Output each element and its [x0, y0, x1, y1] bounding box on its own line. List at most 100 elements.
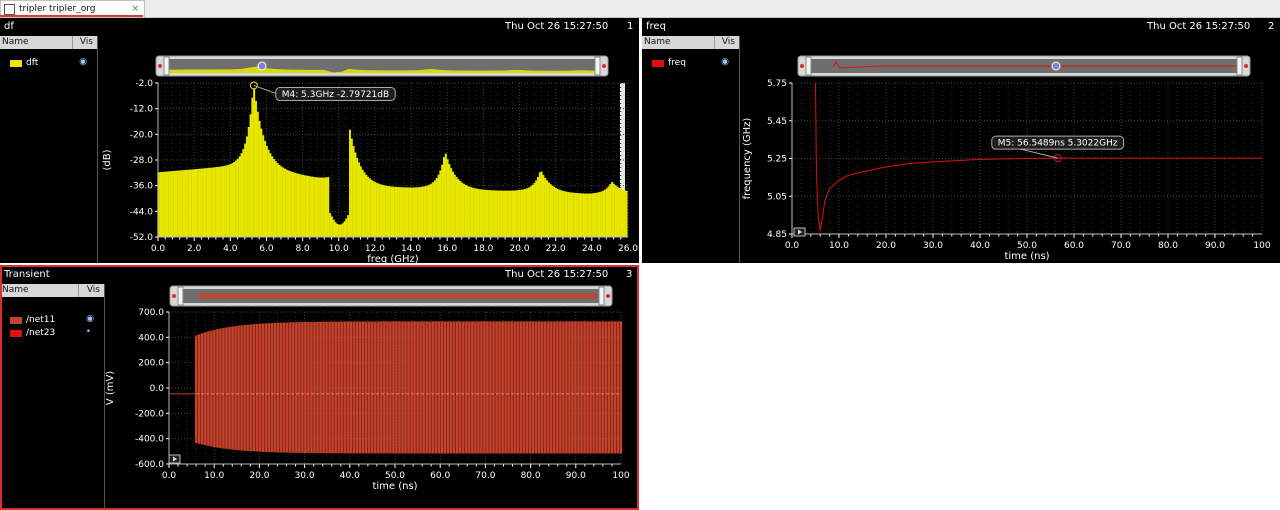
x-axis-label: time (ns)	[1004, 251, 1049, 262]
spectrum-bar	[358, 162, 361, 237]
spectrum-bar	[282, 167, 285, 237]
x-tick-label: 22.0	[546, 244, 566, 254]
spectrum-bar	[511, 190, 514, 237]
panel-title: freq	[646, 21, 666, 32]
spectrum-bar	[477, 188, 480, 237]
spectrum-bar	[213, 167, 216, 237]
panel-date: Thu Oct 26 15:27:50	[1147, 21, 1251, 32]
spectrum-bar	[567, 192, 570, 237]
x-tick-label: 10.0	[204, 471, 224, 481]
spectrum-bar	[376, 182, 379, 237]
spectrum-bar	[517, 190, 520, 237]
marker-m4[interactable]: M4: 5.3GHz -2.79721dB	[249, 81, 396, 101]
spectrum-bar	[217, 166, 220, 237]
eye-icon[interactable]: ◉	[721, 57, 729, 67]
spectrum-bar	[535, 180, 538, 237]
spectrum-bar	[471, 187, 474, 237]
spectrum-bar	[412, 187, 415, 237]
spectrum-bar	[184, 169, 187, 237]
spectrum-bar	[405, 187, 408, 237]
spectrum-bar	[348, 129, 351, 237]
y-tick-label: -44.0	[130, 207, 154, 217]
spectrum-bar	[330, 216, 333, 237]
spectrum-bar	[520, 189, 523, 237]
eye-icon[interactable]: ◉	[79, 57, 87, 67]
legend-name-header: Name	[2, 37, 29, 47]
spectrum-bar	[623, 190, 626, 237]
x-tick-label: 90.0	[566, 471, 586, 481]
overview-scrollbar[interactable]	[797, 55, 1251, 77]
spectrum-bar	[368, 178, 371, 237]
spectrum-bar	[238, 156, 241, 237]
spectrum-bar	[508, 190, 511, 237]
chart-df[interactable]: 0.0 2.0 4.0 6.0 8.0 10.0 12.0 14.0 16.0 18.0 20.0 2…	[98, 36, 639, 263]
spectrum-bar	[480, 189, 483, 237]
spectrum-bar	[329, 213, 332, 237]
spectrum-bar	[350, 138, 353, 237]
empty-area	[641, 265, 1280, 510]
spectrum-bar	[468, 186, 471, 237]
net11-envelope	[196, 321, 621, 454]
eye-icon[interactable]: ◉	[86, 314, 94, 324]
y-tick-label: -400.0	[135, 435, 164, 445]
freq-trace	[815, 82, 1262, 231]
spectrum-bar	[292, 172, 295, 237]
x-tick-label: 70.0	[1111, 241, 1131, 251]
spectrum-bar	[296, 173, 299, 237]
spectrum-bar	[455, 177, 458, 237]
spectrum-bar	[206, 168, 209, 237]
spectrum-bar	[320, 177, 323, 237]
x-tick-label: 90.0	[1205, 241, 1225, 251]
spectrum-bar	[589, 193, 592, 237]
spectrum-bar	[236, 158, 239, 237]
x-tick-label: 0.0	[151, 244, 166, 254]
spectrum-bar	[193, 169, 196, 237]
spectrum-bar	[553, 186, 556, 237]
spectrum-bar	[267, 149, 270, 237]
spectrum-bar	[621, 189, 624, 237]
legend-name-header: Name	[2, 285, 29, 295]
overview-scrollbar[interactable]	[155, 55, 609, 77]
spectrum-bar	[202, 168, 205, 237]
spectrum-bar	[372, 181, 375, 237]
overview-scrollbar[interactable]	[169, 285, 613, 307]
spectrum-bar	[224, 165, 227, 237]
legend-item-freq[interactable]: freq ◉	[642, 57, 739, 70]
spectrum-bar	[607, 186, 610, 237]
spectrum-bar	[186, 169, 189, 237]
x-tick-label: 4.0	[223, 244, 238, 254]
spectrum-bar	[392, 186, 395, 237]
spectrum-bar	[583, 193, 586, 237]
spectrum-bar	[491, 190, 494, 237]
spectrum-bar	[446, 159, 449, 237]
spectrum-bar	[504, 190, 507, 237]
chart-transient[interactable]: 0.0 10.0 20.0 30.0 40.0 50.0 60.0 70.0 80.0 90.0 1…	[105, 284, 639, 510]
spectrum-bar	[600, 191, 603, 237]
hidden-dot-icon[interactable]: •	[86, 327, 91, 337]
spectrum-bar	[233, 161, 236, 237]
panel-df: df Thu Oct 26 15:27:50 1 Name Vis dft ◉	[0, 18, 639, 263]
legend-item-net11[interactable]: /net11 ◉	[0, 314, 104, 327]
spectrum-bar	[441, 164, 444, 237]
spectrum-bar	[191, 169, 194, 237]
spectrum-bar	[269, 153, 272, 237]
spectrum-bar	[291, 171, 294, 237]
spectrum-bar	[160, 171, 163, 237]
spectrum-bar	[439, 170, 442, 237]
spectrum-bar	[244, 143, 247, 237]
spectrum-bar	[309, 176, 312, 237]
x-tick-label: 26.0	[618, 244, 638, 254]
spectrum-bar	[195, 169, 198, 237]
legend-item-dft[interactable]: dft ◉	[0, 57, 97, 70]
spectrum-bar	[204, 168, 207, 237]
legend-vis-header: Vis	[86, 285, 100, 295]
legend-item-net23[interactable]: /net23 •	[0, 327, 104, 340]
spectrum-bar	[347, 215, 350, 237]
spectrum-bar	[401, 187, 404, 237]
panel-freq: freq Thu Oct 26 15:27:50 2 Name Vis freq…	[642, 18, 1280, 263]
spectrum-bar	[159, 172, 162, 237]
spectrum-bar	[470, 187, 473, 237]
spectrum-bar	[546, 180, 549, 237]
chart-freq[interactable]: 0.0 10.0 20.0 30.0 40.0 50.0 60.0 70.0 80.0 90.0 1…	[740, 36, 1280, 263]
spectrum-bar	[311, 176, 314, 237]
